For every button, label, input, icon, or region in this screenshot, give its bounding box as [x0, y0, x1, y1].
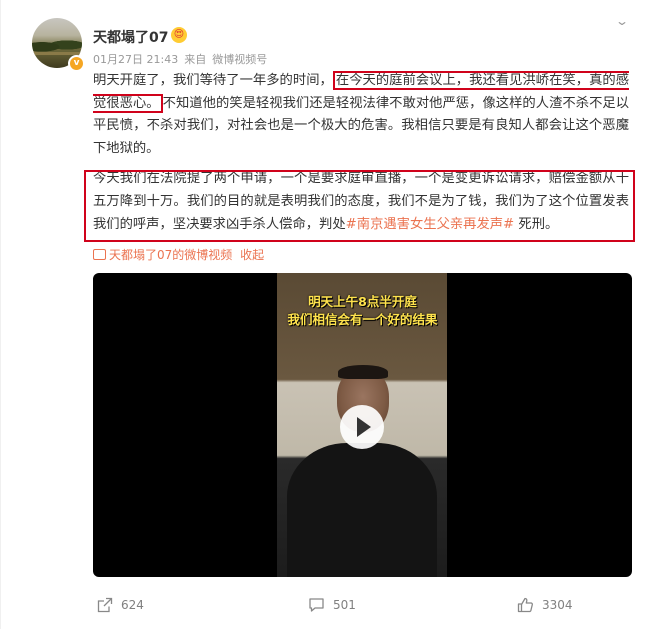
action-bar: 624 501 3304 — [1, 592, 647, 622]
emoji-badge-icon: 😍 — [171, 27, 187, 43]
source-prefix: 来自 — [184, 53, 207, 66]
post-source[interactable]: 微博视频号 — [212, 53, 267, 66]
comment-icon — [309, 598, 324, 612]
post-text: 明天开庭了，我们等待了一年多的时间， 在今天的庭前会议上，我还看见洪峤在笑，真的感… — [93, 70, 630, 236]
play-button-icon[interactable] — [340, 405, 384, 449]
like-button[interactable]: 3304 — [517, 597, 573, 613]
post-meta: 01月27日 21:43 来自 微博视频号 — [93, 51, 273, 67]
thumbs-up-icon — [517, 597, 533, 613]
like-count: 3304 — [542, 598, 573, 612]
chevron-down-icon[interactable]: ⌄ — [615, 14, 629, 28]
video-player[interactable]: 明天上午8点半开庭 我们相信会有一个好的结果 — [93, 273, 632, 577]
weibo-post-card: v 天都塌了07 😍 01月27日 21:43 来自 微博视频号 ⌄ 明天开庭了，我… — [0, 0, 647, 629]
share-button[interactable]: 624 — [97, 597, 144, 613]
verified-badge-icon: v — [68, 55, 85, 72]
paragraph-2-end: 死刑。 — [514, 216, 559, 232]
video-icon — [93, 249, 106, 260]
username[interactable]: 天都塌了07 — [93, 27, 168, 47]
paragraph-2: 今天我们在法院提了两个申请，一个是要求庭审直播，一个是变更诉讼请求，赔偿金额从十… — [93, 168, 629, 236]
video-caption-line-1: 明天上午8点半开庭 — [308, 294, 417, 309]
paragraph-1-rest: 不知道他的笑是轻视我们还是轻视法律不敢对他严惩，像这样的人渣不杀不足以平民愤，不… — [93, 95, 630, 156]
share-icon — [97, 597, 113, 613]
video-source-label: 天都塌了07的微博视频 — [109, 248, 233, 262]
post-date[interactable]: 01月27日 21:43 — [93, 53, 178, 66]
comment-count: 501 — [333, 598, 356, 612]
collapse-link[interactable]: 收起 — [240, 248, 264, 262]
paragraph-1-lead: 明天开庭了，我们等待了一年多的时间， — [93, 73, 333, 88]
paragraph-1: 明天开庭了，我们等待了一年多的时间， 在今天的庭前会议上，我还看见洪峤在笑，真的感… — [93, 70, 630, 160]
video-source-link[interactable]: 天都塌了07的微博视频 收起 — [93, 246, 264, 263]
share-count: 624 — [121, 598, 144, 612]
video-caption-line-2: 我们相信会有一个好的结果 — [287, 312, 438, 327]
hashtag-link[interactable]: #南京遇害女生父亲再发声# — [346, 217, 515, 232]
comment-button[interactable]: 501 — [308, 597, 356, 613]
